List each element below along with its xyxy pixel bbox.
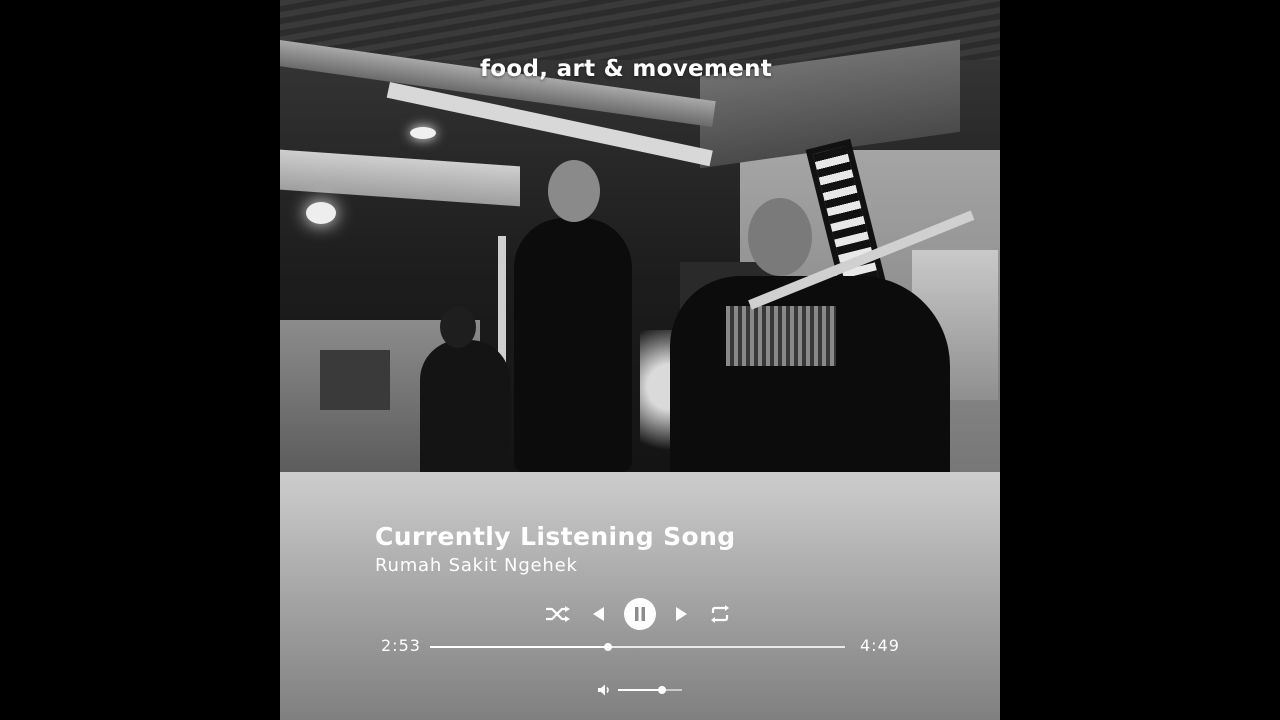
singer bbox=[514, 218, 632, 472]
photo-caption: food, art & movement bbox=[480, 56, 773, 82]
shuffle-button[interactable] bbox=[540, 596, 576, 632]
pause-icon bbox=[624, 598, 656, 630]
singer-head bbox=[548, 160, 600, 222]
pause-button[interactable] bbox=[622, 596, 658, 632]
elapsed-time: 2:53 bbox=[381, 636, 421, 655]
wall-sign bbox=[320, 350, 390, 410]
volume-slider[interactable] bbox=[618, 686, 682, 694]
music-player: Currently Listening Song Rumah Sakit Nge… bbox=[280, 472, 1000, 720]
ceiling-light bbox=[410, 127, 436, 139]
previous-button[interactable] bbox=[586, 596, 610, 632]
shirt-print bbox=[726, 306, 836, 366]
repeat-icon bbox=[711, 605, 729, 623]
volume-fill bbox=[618, 689, 662, 691]
ceiling-light bbox=[306, 202, 336, 224]
song-title: Currently Listening Song bbox=[375, 522, 736, 551]
previous-icon bbox=[593, 607, 604, 621]
progress-fill bbox=[430, 646, 609, 648]
awning bbox=[280, 149, 520, 207]
total-time: 4:49 bbox=[860, 636, 900, 655]
song-artist: Rumah Sakit Ngehek bbox=[375, 555, 578, 576]
repeat-button[interactable] bbox=[702, 596, 738, 632]
next-icon bbox=[676, 607, 687, 621]
next-button[interactable] bbox=[670, 596, 694, 632]
seated-musician bbox=[420, 340, 510, 472]
shuffle-icon bbox=[546, 606, 570, 622]
progress-bar[interactable] bbox=[430, 643, 845, 651]
volume-handle[interactable] bbox=[657, 686, 666, 694]
guitarist-head bbox=[748, 198, 812, 276]
seated-musician-head bbox=[440, 306, 476, 348]
playback-controls bbox=[540, 596, 740, 632]
band-photo: food, art & movement bbox=[280, 0, 1000, 472]
video-frame: food, art & movement Currently Listening… bbox=[280, 0, 1000, 720]
volume-control bbox=[596, 682, 686, 698]
volume-icon[interactable] bbox=[596, 682, 612, 698]
progress-handle[interactable] bbox=[604, 643, 613, 651]
